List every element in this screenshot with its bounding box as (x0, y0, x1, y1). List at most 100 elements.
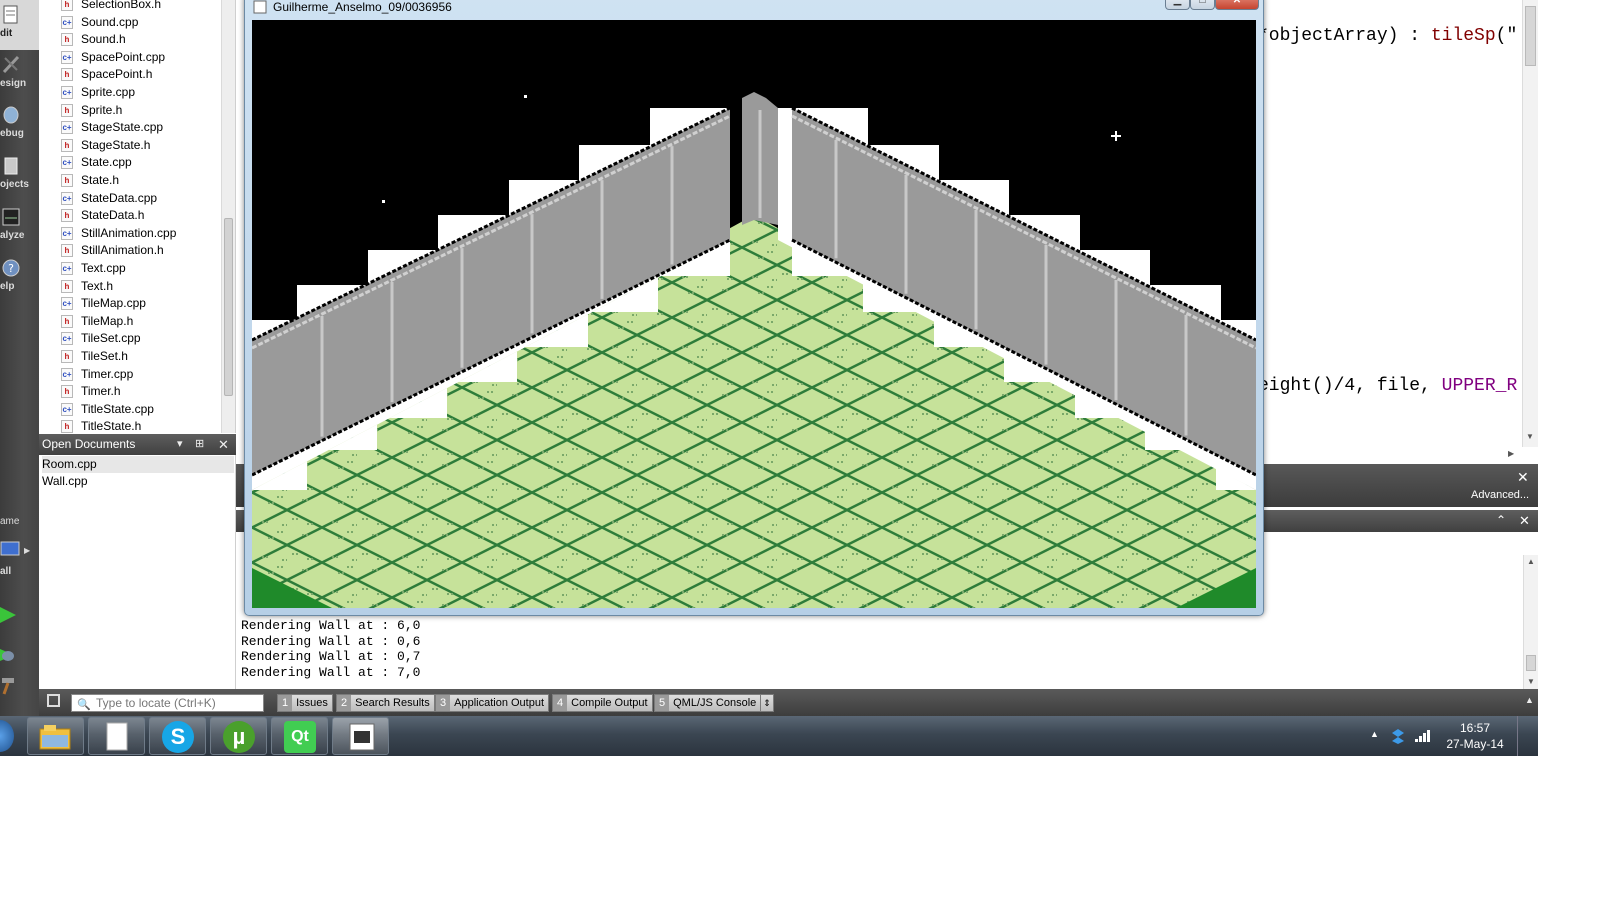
mode-help[interactable]: ? elp (0, 253, 39, 303)
scroll-right-icon[interactable]: ▶ (1508, 449, 1514, 458)
mode-projects[interactable]: ojects (0, 151, 39, 201)
locate-input[interactable]: 🔍 Type to locate (Ctrl+K) (71, 694, 264, 712)
maximize-pane-icon[interactable]: ⌃ (1496, 513, 1506, 527)
cpp-file-icon: c+ (61, 156, 73, 170)
tree-file-item[interactable]: c+ TitleState.cpp (61, 401, 154, 418)
tree-file-item[interactable]: h StageState.h (61, 137, 151, 154)
tree-file-item[interactable]: h Sound.h (61, 31, 126, 48)
tree-file-item[interactable]: h SpacePoint.h (61, 66, 152, 83)
mode-design[interactable]: esign (0, 50, 39, 100)
tree-file-item[interactable]: h Timer.h (61, 383, 121, 400)
run-button[interactable] (0, 604, 18, 626)
output-scrollbar[interactable]: ▲ ▼ (1523, 555, 1538, 689)
tree-file-label: TileSet.h (81, 349, 128, 363)
debug-run-icon (0, 649, 14, 661)
scrollbar-thumb[interactable] (1526, 655, 1536, 671)
chevron-up-icon[interactable]: ▲ (1525, 695, 1534, 705)
advanced-button[interactable]: Advanced... (1471, 489, 1529, 501)
tree-file-item[interactable]: c+ TileSet.cpp (61, 330, 141, 347)
network-signal-icon[interactable] (1414, 729, 1432, 743)
show-hidden-icons-icon[interactable]: ▲ (1370, 729, 1379, 739)
tree-file-item[interactable]: c+ Text.cpp (61, 260, 126, 277)
maximize-icon: □ (1199, 0, 1206, 6)
tree-file-item[interactable]: h State.h (61, 172, 120, 189)
toggle-sidebar-icon[interactable] (47, 694, 60, 707)
show-desktop-button[interactable] (1517, 716, 1538, 756)
mode-analyze[interactable]: alyze (0, 202, 39, 252)
maximize-button[interactable]: □ (1190, 0, 1215, 10)
tree-file-item[interactable]: c+ StageState.cpp (61, 119, 163, 136)
tab-issues[interactable]: 1 Issues (277, 694, 333, 712)
tree-file-item[interactable]: h Text.h (61, 278, 113, 295)
tree-file-label: State.h (81, 173, 120, 187)
kit-build-label: all (0, 566, 12, 577)
isometric-room-scene (252, 20, 1256, 608)
close-icon[interactable]: ✕ (1519, 513, 1530, 529)
kit-selector[interactable]: ▶ all (0, 538, 30, 578)
cpp-file-icon: c+ (61, 402, 73, 416)
tree-file-item[interactable]: c+ State.cpp (61, 154, 132, 171)
mode-edit[interactable]: dit (0, 0, 39, 50)
tree-file-item[interactable]: h StillAnimation.h (61, 242, 164, 259)
mode-label: dit (0, 28, 13, 39)
scroll-down-icon[interactable]: ▼ (1527, 677, 1535, 686)
dropbox-icon[interactable] (1390, 727, 1406, 745)
start-button[interactable] (0, 720, 14, 752)
header-file-icon: h (61, 350, 73, 363)
list-item[interactable]: Wall.cpp (42, 473, 234, 490)
taskbar-app-utorrent[interactable]: µ (210, 717, 267, 755)
taskbar-app-document[interactable] (88, 717, 145, 755)
mode-debug[interactable]: ebug (0, 100, 39, 150)
scrollbar-thumb[interactable] (1525, 6, 1536, 66)
tree-file-item[interactable]: h Sprite.h (61, 102, 122, 119)
kit-name-label: ame (0, 516, 20, 527)
mode-label: alyze (0, 230, 25, 241)
close-icon[interactable]: ✕ (218, 434, 229, 455)
list-item[interactable]: Room.cpp (42, 456, 234, 473)
close-button[interactable]: ✕ (1215, 0, 1259, 10)
tab-search-results[interactable]: 2 Search Results (336, 694, 435, 712)
tree-file-item[interactable]: h SelectionBox.h (61, 0, 161, 13)
chevron-right-icon: ▶ (24, 546, 31, 555)
split-icon[interactable]: ⊞ (195, 434, 204, 455)
tab-qml-js-console[interactable]: 5 QML/JS Console (654, 694, 762, 712)
tree-file-item[interactable]: h TitleState.h (61, 418, 141, 433)
tree-file-item[interactable]: c+ StillAnimation.cpp (61, 225, 177, 242)
scrollbar-thumb[interactable] (224, 218, 233, 396)
taskbar-app-qt-creator[interactable]: Qt (271, 717, 328, 755)
debug-run-button[interactable] (0, 644, 18, 666)
tree-file-label: StillAnimation.cpp (81, 225, 177, 240)
tree-file-item[interactable]: h TileSet.h (61, 348, 128, 365)
tree-file-item[interactable]: c+ Sound.cpp (61, 14, 138, 31)
header-file-icon: h (61, 385, 73, 399)
editor-scrollbar[interactable]: ▼ (1522, 0, 1538, 447)
more-tabs-button[interactable]: ⇕ (760, 694, 774, 712)
taskbar-app-explorer[interactable] (27, 717, 84, 755)
tree-file-item[interactable]: c+ StateData.cpp (61, 190, 157, 207)
tree-file-item[interactable]: c+ Sprite.cpp (61, 84, 135, 101)
minimize-button[interactable]: ▁ (1165, 0, 1190, 10)
game-viewport[interactable] (252, 20, 1256, 608)
tree-file-item[interactable]: h TileMap.h (61, 313, 134, 330)
tree-file-item[interactable]: c+ Timer.cpp (61, 366, 133, 383)
scroll-up-icon[interactable]: ▲ (1527, 557, 1535, 566)
taskbar-app-game-window[interactable] (332, 717, 389, 755)
tree-file-item[interactable]: c+ TileMap.cpp (61, 295, 146, 312)
close-icon[interactable]: ✕ (1517, 469, 1529, 486)
tree-file-item[interactable]: c+ SpacePoint.cpp (61, 49, 165, 66)
game-window[interactable]: Guilherme_Anselmo_09/0036956 ▁ □ ✕ (244, 0, 1264, 616)
chevron-down-icon[interactable]: ▾ (177, 434, 183, 455)
system-clock[interactable]: 16:57 27-May-14 (1440, 720, 1510, 752)
tree-file-label: StageState.h (81, 137, 151, 152)
clock-time: 16:57 (1459, 721, 1491, 735)
tab-application-output[interactable]: 3 Application Output (435, 694, 550, 712)
cpp-file-icon: c+ (61, 15, 73, 29)
tree-file-item[interactable]: h StateData.h (61, 207, 144, 224)
project-tree-scrollbar[interactable] (221, 0, 235, 433)
output-line: Rendering Wall at : 0,7 (241, 649, 421, 665)
tab-compile-output[interactable]: 4 Compile Output (552, 694, 653, 712)
tree-file-label: TileMap.h (81, 313, 134, 328)
build-button[interactable] (0, 674, 18, 696)
taskbar-app-skype[interactable]: S (149, 717, 206, 755)
scroll-down-icon[interactable]: ▼ (1526, 432, 1534, 441)
